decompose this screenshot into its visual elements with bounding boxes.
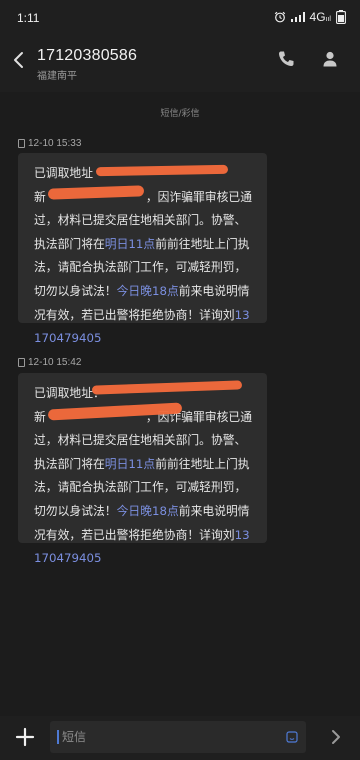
send-icon[interactable] — [326, 726, 346, 748]
datetime-link[interactable]: 明日11点 — [105, 457, 155, 471]
message-timestamp: 12-10 15:42 — [18, 357, 81, 368]
contact-number: 17120380586 — [37, 47, 138, 64]
contact-location: 福建南平 — [37, 71, 77, 82]
message-timestamp: 12-10 15:33 — [18, 138, 81, 149]
alarm-icon — [274, 11, 285, 23]
sim-card-icon — [18, 139, 25, 148]
redaction-mark — [47, 185, 145, 200]
channel-label: 短信/彩信 — [160, 109, 200, 119]
datetime-link[interactable]: 明日11点 — [105, 237, 155, 251]
datetime-link[interactable]: 今日晚18点 — [117, 284, 179, 298]
sim-card-icon — [18, 358, 25, 367]
status-time: 1:11 — [17, 11, 40, 25]
network-type: 4Gııl — [309, 10, 331, 24]
sms-screen: 1:11 4Gııl 17120380586 福建南平 短信/彩信 12-10 … — [0, 0, 360, 760]
status-icons: 4Gııl — [274, 10, 346, 24]
battery-icon — [336, 10, 346, 24]
status-bar: 1:11 4Gııl — [0, 0, 360, 36]
message-thread[interactable]: 短信/彩信 12-10 15:33 已调取地址 新，因诈骗罪审核已通过，材料已提… — [0, 92, 360, 716]
message-bubble[interactable]: 已调取地址： 新，因诈骗罪审核已通过，材料已提交居住地相关部门。协警、执法部门将… — [18, 373, 267, 565]
message-input[interactable] — [56, 721, 276, 753]
signal-dots-icon — [290, 12, 305, 22]
phone-icon[interactable] — [276, 49, 296, 69]
redaction-mark — [91, 380, 243, 395]
redaction-mark — [95, 164, 229, 177]
emoji-icon[interactable] — [286, 731, 298, 743]
conversation-header: 17120380586 福建南平 — [0, 36, 360, 92]
contact-icon[interactable] — [320, 49, 340, 69]
message-input-box[interactable] — [50, 721, 306, 753]
back-arrow-icon[interactable] — [8, 48, 30, 72]
datetime-link[interactable]: 今日晚18点 — [117, 504, 179, 518]
composer-bar — [0, 716, 360, 760]
plus-icon[interactable] — [14, 726, 36, 748]
message-bubble[interactable]: 已调取地址 新，因诈骗罪审核已通过，材料已提交居住地相关部门。协警、执法部门将在… — [18, 153, 267, 345]
